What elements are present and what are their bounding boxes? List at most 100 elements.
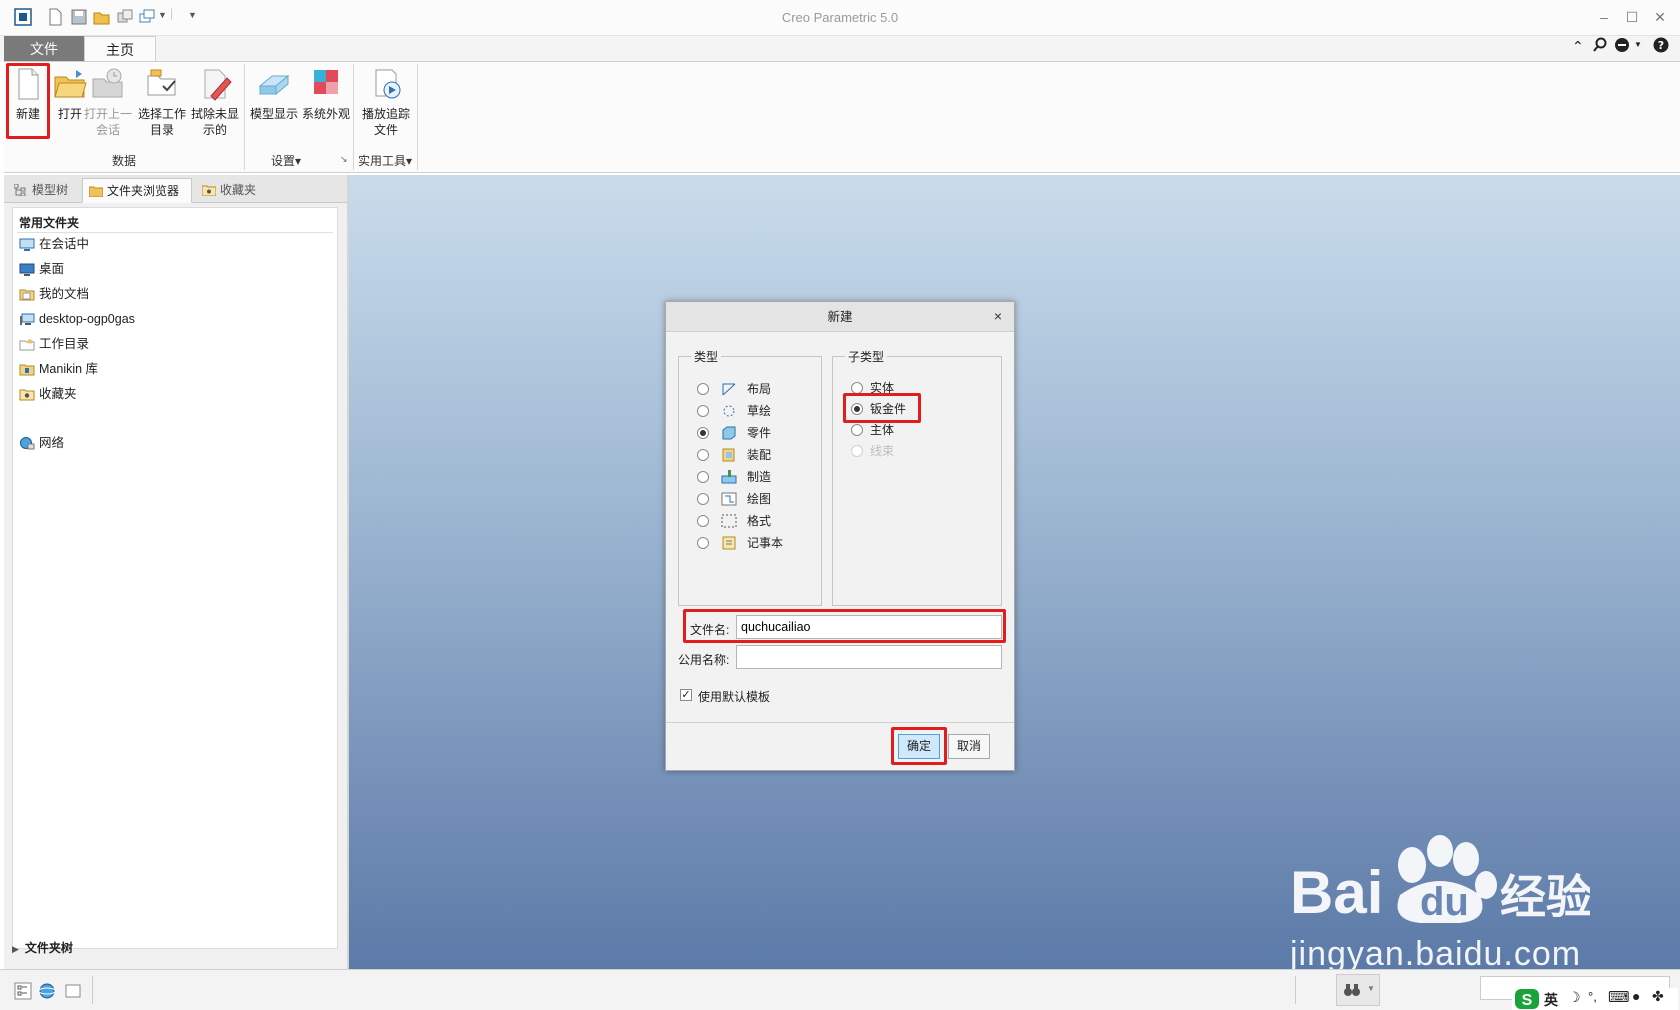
header-divider <box>17 232 333 233</box>
dialog-divider <box>666 722 1014 723</box>
radio-button <box>851 445 863 457</box>
folder-item-label: 网络 <box>39 436 65 450</box>
tab-favorites[interactable]: 收藏夹 <box>196 178 264 203</box>
default-template-checkbox[interactable]: ✓ <box>680 689 692 701</box>
select-working-dir-label-2: 目录 <box>149 123 174 137</box>
subtype-label: 线束 <box>870 444 895 458</box>
layout-icon <box>722 383 736 396</box>
search-icon[interactable] <box>1592 37 1608 53</box>
watermark-brand: Bai <box>1290 859 1383 925</box>
subtype-legend: 子类型 <box>848 350 885 364</box>
group-utilities-text: 实用工具 <box>357 154 406 168</box>
status-bar: ▼ S 英 ☽ °, ⌨ ● ✤ <box>0 969 1680 1010</box>
format-icon <box>721 514 737 528</box>
erase-not-displayed-button[interactable]: 拭除未显 示的 <box>190 66 240 138</box>
minimize-icon[interactable]: – <box>1594 7 1614 27</box>
radio-button[interactable] <box>697 427 709 439</box>
tab-model-tree[interactable]: 模型树 <box>8 178 76 203</box>
settings-launcher-icon[interactable]: ↘ <box>340 154 348 165</box>
status-divider <box>92 976 93 1004</box>
working-directory-icon <box>147 69 176 96</box>
system-appearance-label: 系统外观 <box>301 107 350 121</box>
common-name-input[interactable] <box>736 645 1002 669</box>
community-icon[interactable] <box>1614 37 1632 53</box>
navigator-panel: 常用文件夹 在会话中 桌面 我的文档 desktop-ogp0gas 工作目录 … <box>4 203 347 969</box>
sogou-ime-icon[interactable]: S <box>1514 988 1540 1010</box>
radio-button[interactable] <box>851 424 863 436</box>
radio-button[interactable] <box>697 471 709 483</box>
type-label: 零件 <box>747 426 772 440</box>
tab-folder-browser[interactable]: 文件夹浏览器 <box>82 178 192 203</box>
system-appearance-button[interactable]: 系统外观 <box>300 66 352 122</box>
folder-item-network[interactable]: 网络 <box>17 433 64 453</box>
expand-icon: ▶ <box>12 944 19 954</box>
play-trail-file-button[interactable]: 播放追踪 文件 <box>358 66 414 138</box>
status-divider <box>1295 976 1296 1004</box>
session-icon <box>19 238 35 251</box>
folder-item-favorites[interactable]: 收藏夹 <box>17 384 77 404</box>
select-working-dir-button[interactable]: 选择工作 目录 <box>136 66 188 138</box>
folder-tree-toggle[interactable]: ▶ 文件夹树 <box>12 939 73 956</box>
browser-icon[interactable] <box>38 982 56 1000</box>
radio-button[interactable] <box>697 405 709 417</box>
collapse-ribbon-icon[interactable]: ⌃ <box>1572 38 1584 55</box>
group-data-label[interactable]: 数据 <box>4 152 244 169</box>
radio-button[interactable] <box>697 493 709 505</box>
ribbon-separator <box>417 64 418 170</box>
community-dropdown-icon[interactable]: ▼ <box>1634 40 1642 49</box>
tab-file[interactable]: 文件 <box>4 36 84 62</box>
folder-item-my-documents[interactable]: 我的文档 <box>17 284 89 304</box>
model-display-button[interactable]: 模型显示 <box>248 66 300 122</box>
part-icon <box>722 426 736 440</box>
svg-text:?: ? <box>1658 39 1664 52</box>
show-navigator-icon[interactable] <box>14 982 32 1000</box>
moon-icon[interactable]: ☽ <box>1568 989 1581 1006</box>
dialog-close-icon[interactable]: × <box>990 308 1006 324</box>
ime-toolbar: S 英 ☽ °, ⌨ ● ✤ <box>1512 988 1678 1010</box>
close-icon[interactable]: ✕ <box>1650 7 1670 27</box>
watermark-brand-du: du <box>1420 880 1469 924</box>
folder-item-desktop[interactable]: 桌面 <box>17 259 64 279</box>
erase-not-displayed-label-2: 示的 <box>202 123 227 137</box>
folder-item-working-directory[interactable]: 工作目录 <box>17 334 89 354</box>
folder-item-manikin-library[interactable]: Manikin 库 <box>17 359 98 379</box>
working-dir-icon <box>19 338 35 351</box>
cancel-button[interactable]: 取消 <box>948 734 990 759</box>
favorites-icon <box>19 389 35 401</box>
toolbox-icon[interactable]: ✤ <box>1652 988 1664 1005</box>
new-dialog: 新建 × 类型 布局 草绘 零件 装配 制造 绘图 格式 记事本 子类型 实体 … <box>665 301 1015 771</box>
user-icon[interactable]: ● <box>1632 988 1640 1004</box>
library-icon <box>19 364 35 376</box>
find-button[interactable]: ▼ <box>1336 974 1380 1006</box>
ime-language-label[interactable]: 英 <box>1544 990 1558 1010</box>
model-display-label: 模型显示 <box>249 107 298 121</box>
radio-button[interactable] <box>697 449 709 461</box>
system-appearance-icon <box>314 70 338 94</box>
radio-button[interactable] <box>697 383 709 395</box>
folder-tree-label: 文件夹树 <box>24 941 73 955</box>
title-bar: ▼ | ▼ Creo Parametric 5.0 – ☐ ✕ <box>0 0 1680 36</box>
folder-item-label: 我的文档 <box>39 287 90 301</box>
group-settings-label[interactable]: 设置▾ <box>266 152 306 169</box>
watermark-brand-cn: 经验 <box>1500 870 1590 924</box>
radio-button[interactable] <box>697 537 709 549</box>
open-last-session-button[interactable]: 打开上一 会话 <box>84 66 132 138</box>
select-working-dir-label-1: 选择工作 <box>137 107 186 121</box>
binoculars-icon <box>1344 984 1360 996</box>
radio-button[interactable] <box>697 515 709 527</box>
tab-home[interactable]: 主页 <box>84 36 156 63</box>
group-utilities-arrow: ▾ <box>405 154 413 168</box>
help-icon[interactable]: ? <box>1653 37 1669 53</box>
model-display-icon <box>258 74 290 96</box>
model-tree-icon <box>14 184 26 196</box>
folder-item-computer[interactable]: desktop-ogp0gas <box>17 309 135 329</box>
keyboard-icon[interactable]: ⌨ <box>1608 988 1630 1006</box>
group-utilities-label[interactable]: 实用工具▾ <box>354 152 416 169</box>
punctuation-icon[interactable]: °, <box>1588 989 1597 1004</box>
type-label: 布局 <box>747 382 772 396</box>
folder-item-in-session[interactable]: 在会话中 <box>17 234 89 254</box>
manufacturing-icon <box>721 470 737 484</box>
full-screen-icon[interactable] <box>64 982 82 1000</box>
maximize-icon[interactable]: ☐ <box>1622 7 1642 27</box>
documents-icon <box>19 289 35 301</box>
